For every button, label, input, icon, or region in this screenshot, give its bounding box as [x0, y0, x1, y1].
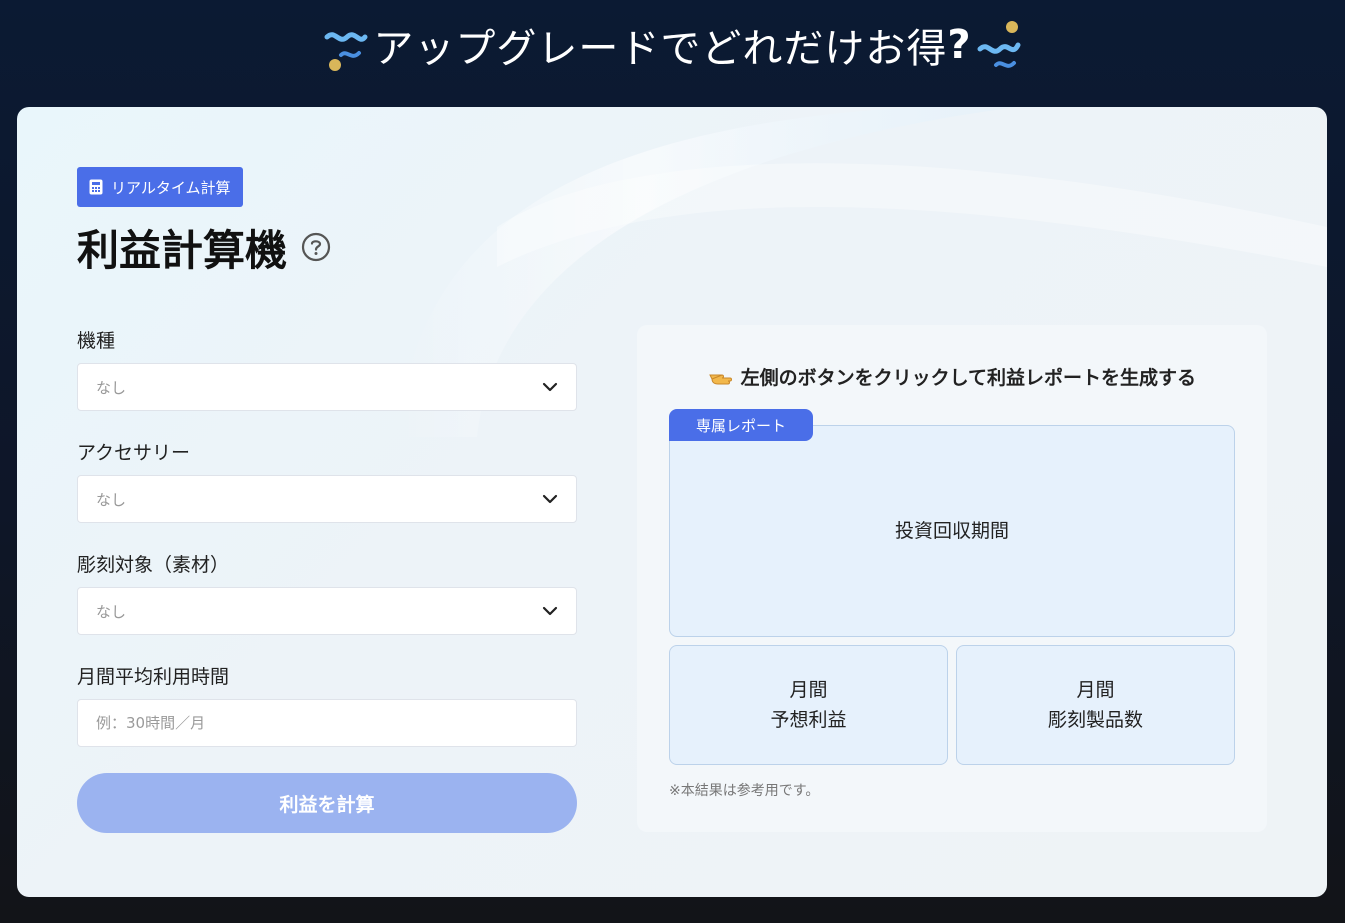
- calculator-form: 機種 なし アクセサリー なし 彫刻対象（素材） なし 月間平均利用時間 例：3…: [77, 329, 577, 777]
- field-model: 機種 なし: [77, 329, 577, 441]
- report-panel: 左側のボタンをクリックして利益レポートを生成する 専属レポート 投資回収期間 月…: [637, 325, 1267, 832]
- report-hint-text: 左側のボタンをクリックして利益レポートを生成する: [740, 367, 1197, 389]
- chevron-down-icon: [542, 382, 558, 392]
- field-label-material: 彫刻対象（素材）: [77, 554, 230, 576]
- monthly-products-label-line1: 月間: [1076, 679, 1115, 701]
- confetti-left-icon: [321, 15, 373, 75]
- monthly-profit-label-line2: 予想利益: [770, 709, 847, 731]
- field-material: 彫刻対象（素材） なし: [77, 553, 577, 665]
- exclusive-report-tab: 専属レポート: [669, 409, 813, 441]
- page-title-mark: ?: [947, 22, 972, 68]
- payback-period-box: 投資回収期間: [669, 425, 1235, 637]
- field-label-usage-hours: 月間平均利用時間: [77, 666, 230, 688]
- calculator-title: 利益計算機: [77, 219, 331, 275]
- usage-hours-input[interactable]: [77, 699, 577, 747]
- accessory-select-value: なし: [96, 490, 127, 509]
- calculator-icon: [89, 179, 103, 195]
- page-title-text: アップグレードでどれだけお得: [373, 26, 948, 72]
- calculator-card: リアルタイム計算 利益計算機 機種 なし アクセサリー なし 彫刻対象（素材） …: [17, 107, 1327, 897]
- calculator-title-text: 利益計算機: [77, 225, 288, 275]
- monthly-products-label-line2: 彫刻製品数: [1047, 709, 1143, 731]
- monthly-products-box: 月間 彫刻製品数: [956, 645, 1235, 765]
- calculate-profit-button[interactable]: 利益を計算: [77, 773, 577, 833]
- material-select[interactable]: なし: [77, 587, 577, 635]
- model-select[interactable]: なし: [77, 363, 577, 411]
- pointing-hand-icon: [709, 374, 732, 385]
- chevron-down-icon: [542, 606, 558, 616]
- field-accessory: アクセサリー なし: [77, 441, 577, 553]
- monthly-profit-label-line1: 月間: [789, 679, 828, 701]
- page-title: アップグレードでどれだけお得 ?: [0, 10, 1345, 80]
- realtime-badge: リアルタイム計算: [77, 167, 243, 207]
- confetti-right-icon: [972, 15, 1024, 75]
- field-label-accessory: アクセサリー: [77, 442, 191, 464]
- field-label-model: 機種: [77, 330, 116, 352]
- report-hint: 左側のボタンをクリックして利益レポートを生成する: [637, 363, 1267, 390]
- question-circle-icon[interactable]: [301, 232, 331, 262]
- field-usage-hours: 月間平均利用時間: [77, 665, 577, 777]
- realtime-badge-label: リアルタイム計算: [111, 178, 231, 197]
- chevron-down-icon: [542, 494, 558, 504]
- material-select-value: なし: [96, 602, 127, 621]
- monthly-profit-box: 月間 予想利益: [669, 645, 948, 765]
- model-select-value: なし: [96, 378, 127, 397]
- accessory-select[interactable]: なし: [77, 475, 577, 523]
- reference-note: ※本結果は参考用です。: [669, 783, 820, 799]
- payback-period-label: 投資回収期間: [894, 520, 1009, 542]
